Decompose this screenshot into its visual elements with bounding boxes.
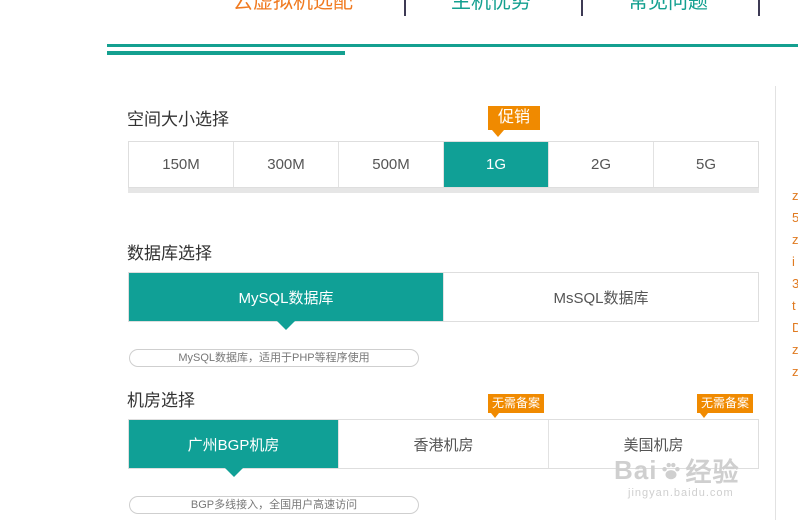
nav-tab-advantages[interactable]: 主机优势	[451, 0, 531, 16]
size-bar-shadow	[128, 188, 759, 193]
size-option-5g[interactable]: 5G	[654, 142, 758, 187]
nav-divider-line	[107, 44, 798, 47]
db-section-title: 数据库选择	[127, 244, 212, 263]
room-option-hongkong-label: 香港机房	[413, 436, 474, 454]
db-option-mysql-label: MySQL数据库	[238, 289, 334, 307]
nav-separator	[404, 0, 406, 16]
db-hint: MySQL数据库，适用于PHP等程序使用	[129, 349, 419, 367]
promo-badge: 促销	[488, 106, 540, 137]
no-filing-badge-hk: 无需备案	[488, 394, 545, 418]
size-option-300m[interactable]: 300M	[234, 142, 339, 187]
nav-tab-config[interactable]: 云虚拟机选配	[233, 0, 353, 16]
db-option-mssql[interactable]: MsSQL数据库	[444, 273, 758, 321]
size-option-bar: 150M 300M 500M 1G 2G 5G	[128, 141, 759, 188]
room-hint: BGP多线接入，全国用户高速访问	[129, 496, 419, 514]
size-section-title: 空间大小选择	[127, 110, 229, 129]
watermark-url: jingyan.baidu.com	[628, 487, 734, 499]
active-tab-underline	[107, 51, 345, 55]
db-option-mysql[interactable]: MySQL数据库	[129, 273, 444, 330]
room-option-row: 广州BGP机房 香港机房 美国机房	[128, 419, 759, 477]
selected-caret	[277, 321, 295, 330]
size-option-150m[interactable]: 150M	[129, 142, 234, 187]
room-option-guangzhou-bgp[interactable]: 广州BGP机房	[129, 420, 339, 477]
size-option-1g[interactable]: 1G	[444, 142, 549, 187]
nav-tab-faq[interactable]: 常见问题	[628, 0, 708, 16]
no-filing-badge-us: 无需备案	[697, 394, 754, 418]
room-option-hongkong[interactable]: 香港机房	[339, 420, 549, 468]
nav-separator	[758, 0, 760, 16]
nav-separator	[581, 0, 583, 16]
room-option-usa[interactable]: 美国机房	[549, 420, 758, 468]
db-option-row: MySQL数据库 MsSQL数据库	[128, 272, 759, 330]
size-option-2g[interactable]: 2G	[549, 142, 654, 187]
room-option-guangzhou-label: 广州BGP机房	[187, 436, 280, 454]
db-option-mssql-label: MsSQL数据库	[553, 289, 649, 307]
sidebar-rule	[775, 86, 776, 520]
sidebar-cropped-text: z5z i3t Dz z	[792, 188, 798, 379]
room-option-usa-label: 美国机房	[623, 436, 684, 454]
room-section-title: 机房选择	[127, 391, 195, 410]
size-option-500m[interactable]: 500M	[339, 142, 444, 187]
selected-caret	[224, 468, 243, 477]
